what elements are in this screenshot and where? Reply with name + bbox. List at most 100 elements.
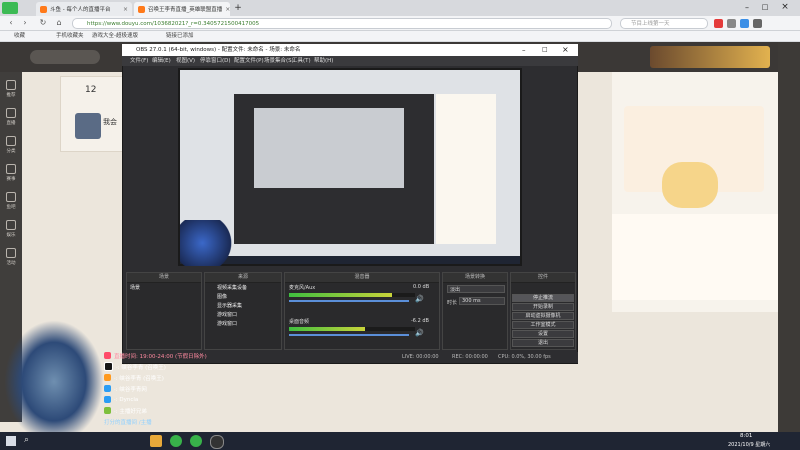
bookmark-item[interactable]: 链接已添加: [166, 31, 194, 42]
exit-button[interactable]: 退出: [512, 339, 574, 347]
obs-maximize-icon[interactable]: □: [542, 46, 548, 53]
url-field[interactable]: https://www.douyu.com/103682021?_r=0.340…: [72, 18, 612, 29]
clock-icon: [104, 352, 111, 359]
menu-edit[interactable]: 编辑(E): [152, 56, 171, 66]
source-item[interactable]: 游戏窗口: [205, 319, 281, 328]
volume-slider[interactable]: [289, 334, 409, 336]
reload-icon[interactable]: ↻: [38, 18, 48, 28]
obs-close-icon[interactable]: ×: [562, 45, 569, 54]
taskbar-date: 2021/10/9 星期六: [728, 442, 771, 448]
home-icon[interactable]: ⌂: [54, 18, 64, 28]
tab-label: 召唤王李青直播_英雄联盟直播: [148, 7, 223, 13]
overlay-line: ·: Dyncla: [104, 394, 216, 405]
nav-item[interactable]: 鱼吧: [0, 188, 22, 214]
source-item[interactable]: 显示器采集: [205, 301, 281, 310]
nav-item[interactable]: 赛事: [0, 160, 22, 186]
menu-file[interactable]: 文件(F): [130, 56, 148, 66]
menu-help[interactable]: 帮助(H): [314, 56, 333, 66]
duration-label: 时长: [447, 300, 458, 306]
nav-icon: [6, 192, 16, 202]
tab-douyu-home[interactable]: 斗鱼 - 每个人的直播平台 ×: [36, 2, 132, 16]
virtual-camera-button[interactable]: 启动虚拟摄像机: [512, 312, 574, 320]
bookmark-item[interactable]: 收藏: [14, 31, 25, 42]
menu-profile[interactable]: 配置文件(P): [234, 56, 264, 66]
transition-dock: 场景转换 淡出 时长 300 ms: [442, 272, 508, 350]
site-logo: [30, 50, 100, 64]
nav-item[interactable]: 直播: [0, 104, 22, 130]
source-item[interactable]: 游戏窗口: [205, 310, 281, 319]
nav-icon: [6, 164, 16, 174]
avatar[interactable]: [75, 113, 101, 139]
menu-scene-collection[interactable]: 场景集合(S): [264, 56, 294, 66]
stop-stream-button[interactable]: 停止推流: [512, 294, 574, 302]
nav-item[interactable]: 活动: [0, 244, 22, 270]
source-item[interactable]: 视频采集设备: [205, 283, 281, 292]
duration-input[interactable]: 300 ms: [459, 297, 505, 305]
qq-icon: [104, 396, 111, 403]
bookmark-item[interactable]: 手机收藏夹: [56, 31, 84, 42]
close-window-icon[interactable]: ×: [780, 2, 790, 12]
volume-slider[interactable]: [289, 300, 409, 302]
minimize-icon[interactable]: –: [742, 3, 752, 13]
transition-select[interactable]: 淡出: [447, 285, 505, 293]
overlay-line: ·: 峡谷李青 (召唤王): [104, 361, 216, 372]
extension-icons[interactable]: [714, 19, 794, 28]
address-toolbar: ‹ › ↻ ⌂ https://www.douyu.com/103682021?…: [0, 16, 800, 31]
douyu-icon: [40, 5, 47, 13]
forward-icon[interactable]: ›: [20, 18, 30, 28]
streamer-info-overlay: 直播时间: 19:00-24:00 (节假日除外) ·: 峡谷李青 (召唤王) …: [104, 350, 216, 432]
nav-icon: [6, 220, 16, 230]
room-title: 我会: [103, 118, 117, 126]
mixer-meter: [289, 327, 415, 331]
mixer-channel-name: 麦克风/Aux: [289, 285, 316, 291]
scenes-header: 场景: [127, 273, 201, 283]
nav-icon: [6, 80, 16, 90]
obs-minimize-icon[interactable]: –: [522, 46, 526, 54]
nav-item[interactable]: 推荐: [0, 76, 22, 102]
nav-icon: [6, 248, 16, 258]
bookmark-item[interactable]: 游戏大全-超极速版: [92, 31, 138, 42]
search-field[interactable]: 节目上线第一天: [620, 18, 708, 29]
kuaishou-icon: [104, 374, 111, 381]
search-icon[interactable]: ⌕: [24, 435, 29, 445]
overlay-line: ·: 峡谷李青 (召唤王): [104, 372, 216, 383]
wechat-icon: [104, 407, 111, 414]
site-right-bar: [778, 42, 800, 432]
overlay-line: ·: 峡谷李青网: [104, 383, 216, 394]
new-tab-button[interactable]: +: [232, 2, 244, 14]
mixer-header: 混音器: [285, 273, 439, 283]
maximize-icon[interactable]: □: [760, 3, 770, 13]
menu-tools[interactable]: 工具(T): [292, 56, 311, 66]
close-icon[interactable]: ×: [225, 6, 230, 13]
speaker-icon[interactable]: 🔊: [415, 329, 424, 337]
windows-taskbar: ⌕ 8:01 2021/10/9 星期六: [0, 432, 800, 450]
obs-title: OBS 27.0.1 (64-bit, windows) - 配置文件: 未命名…: [122, 44, 578, 56]
studio-mode-button[interactable]: 工作室模式: [512, 321, 574, 329]
taskbar-app-icons[interactable]: [150, 435, 230, 449]
tiktok-icon: [104, 362, 113, 371]
nav-item[interactable]: 分类: [0, 132, 22, 158]
menu-view[interactable]: 视图(V): [176, 56, 195, 66]
tab-stream-room[interactable]: 召唤王李青直播_英雄联盟直播 ×: [134, 2, 230, 16]
scene-item[interactable]: 场景: [127, 283, 201, 292]
windows-start-icon[interactable]: [6, 436, 16, 446]
streamer-figure: [4, 320, 104, 432]
close-icon[interactable]: ×: [123, 6, 128, 13]
browser-logo: [2, 2, 18, 14]
transition-header: 场景转换: [443, 273, 507, 283]
start-recording-button[interactable]: 开始录制: [512, 303, 574, 311]
nested-preview: [254, 108, 404, 188]
source-item[interactable]: 图像: [205, 292, 281, 301]
nav-item[interactable]: 娱乐: [0, 216, 22, 242]
back-icon[interactable]: ‹: [6, 18, 16, 28]
menu-docks[interactable]: 停靠窗口(D): [200, 56, 231, 66]
mixer-channel-db: 0.0 dB: [413, 284, 430, 290]
tab-label: 斗鱼 - 每个人的直播平台: [50, 7, 111, 13]
sources-dock: 来源 视频采集设备 图像 显示器采集 游戏窗口 游戏窗口: [204, 272, 282, 350]
bookmarks-bar: 收藏 手机收藏夹 游戏大全-超极速版 链接已添加: [0, 31, 800, 42]
controls-header: 控件: [511, 273, 575, 283]
overlay-line: 直播时间: 19:00-24:00 (节假日除外): [104, 350, 216, 361]
speaker-icon[interactable]: 🔊: [415, 295, 424, 303]
settings-button[interactable]: 设置: [512, 330, 574, 338]
follow-count: 12: [85, 85, 97, 95]
